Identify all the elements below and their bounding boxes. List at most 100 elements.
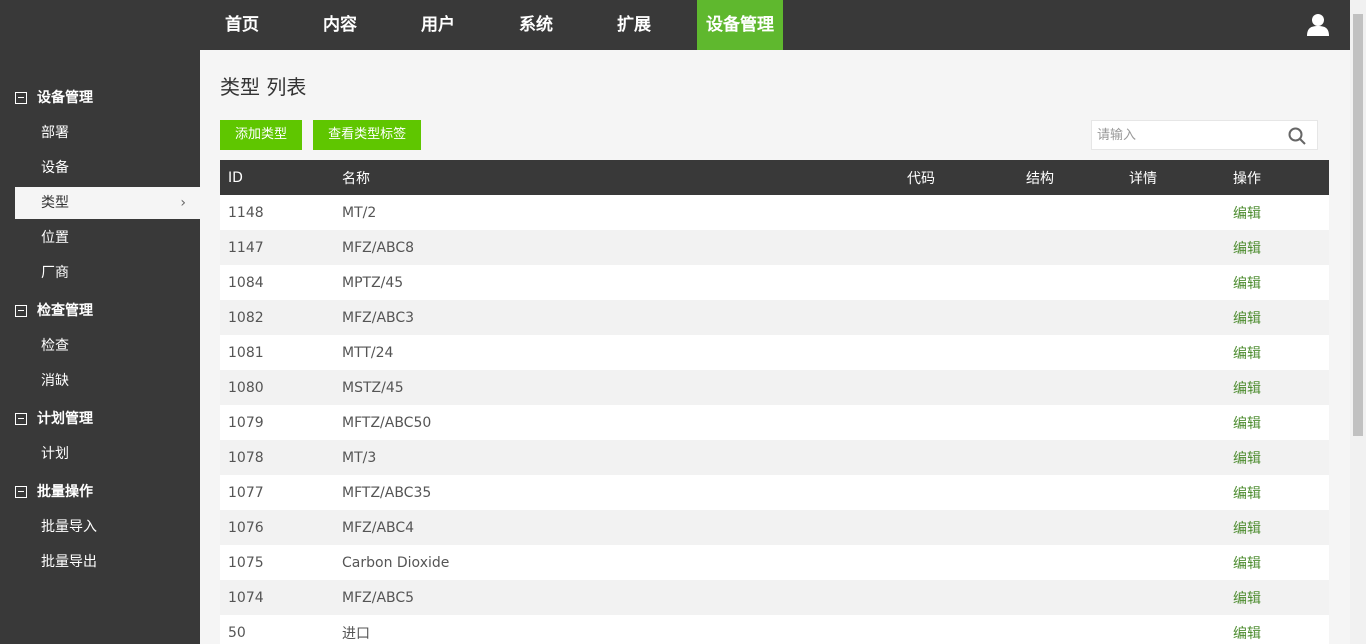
type-table: ID 名称 代码 结构 详情 操作 1148 MT/2 编辑 1147 MFZ/ABC8…	[220, 160, 1329, 644]
cell-structure	[1018, 440, 1121, 475]
search-input[interactable]	[1092, 121, 1282, 149]
cell-actions: 编辑	[1225, 335, 1329, 370]
sidebar-group-label: 检查管理	[37, 303, 93, 319]
cell-code	[899, 335, 1018, 370]
cell-actions: 编辑	[1225, 230, 1329, 265]
cell-name: MTT/24	[342, 344, 394, 361]
table-row: 1076 MFZ/ABC4 编辑	[220, 510, 1329, 545]
sidebar-item-batch-import[interactable]: 批量导入	[0, 511, 200, 543]
collapse-icon[interactable]	[15, 413, 27, 425]
sidebar-item-plan[interactable]: 计划	[0, 438, 200, 470]
edit-link[interactable]: 编辑	[1233, 381, 1261, 397]
cell-structure	[1018, 545, 1121, 580]
cell-actions: 编辑	[1225, 510, 1329, 545]
edit-link[interactable]: 编辑	[1233, 276, 1261, 292]
cell-actions: 编辑	[1225, 405, 1329, 440]
table-row: 1082 MFZ/ABC3 编辑	[220, 300, 1329, 335]
edit-link[interactable]: 编辑	[1233, 451, 1261, 467]
table-header-row: ID 名称 代码 结构 详情 操作	[220, 160, 1329, 195]
edit-link[interactable]: 编辑	[1233, 241, 1261, 257]
edit-link[interactable]: 编辑	[1233, 416, 1261, 432]
cell-id: 1081	[228, 344, 264, 361]
sidebar-item-defect-elimination[interactable]: 消缺	[0, 365, 200, 397]
cell-structure	[1018, 510, 1121, 545]
nav-device-management[interactable]: 设备管理	[697, 0, 783, 50]
cell-details	[1121, 335, 1225, 370]
cell-code	[899, 615, 1018, 644]
cell-actions: 编辑	[1225, 195, 1329, 230]
sidebar-item-type[interactable]: 类型 ›	[15, 187, 200, 219]
add-type-button[interactable]: 添加类型	[220, 120, 303, 150]
edit-link[interactable]: 编辑	[1233, 626, 1261, 642]
sidebar-item-deploy[interactable]: 部署	[0, 117, 200, 149]
sidebar-list-device: 部署 设备 类型 › 位置 厂商	[0, 117, 200, 289]
edit-link[interactable]: 编辑	[1233, 521, 1261, 537]
cell-actions: 编辑	[1225, 265, 1329, 300]
sidebar-item-vendor[interactable]: 厂商	[0, 257, 200, 289]
sidebar-item-batch-export[interactable]: 批量导出	[0, 546, 200, 578]
cell-name: MFTZ/ABC35	[342, 484, 432, 501]
toolbar: 添加类型 查看类型标签	[220, 120, 1329, 150]
sidebar-group-plan-management[interactable]: 计划管理	[0, 407, 200, 431]
cell-details	[1121, 230, 1225, 265]
nav-extensions[interactable]: 扩展	[608, 0, 660, 50]
top-navbar: 首页 内容 用户 系统 扩展 设备管理	[0, 0, 1350, 50]
user-icon[interactable]	[1306, 13, 1330, 37]
collapse-icon[interactable]	[15, 92, 27, 104]
sidebar-group-device-management[interactable]: 设备管理	[0, 86, 200, 110]
cell-actions: 编辑	[1225, 475, 1329, 510]
cell-name: MFZ/ABC8	[342, 239, 415, 256]
sidebar-group-batch-operations[interactable]: 批量操作	[0, 480, 200, 504]
cell-id: 1084	[228, 274, 264, 291]
cell-code	[899, 440, 1018, 475]
sidebar-item-inspect[interactable]: 检查	[0, 330, 200, 362]
cell-id: 1074	[228, 589, 264, 606]
edit-link[interactable]: 编辑	[1233, 206, 1261, 222]
cell-structure	[1018, 405, 1121, 440]
cell-id: 50	[228, 624, 246, 641]
table-row: 1077 MFTZ/ABC35 编辑	[220, 475, 1329, 510]
sidebar: 设备管理 部署 设备 类型 › 位置 厂商 检查管理 检查 消缺 计划管理 计划…	[0, 50, 200, 644]
sidebar-item-device[interactable]: 设备	[0, 152, 200, 184]
cell-name: MFZ/ABC3	[342, 309, 415, 326]
cell-id: 1082	[228, 309, 264, 326]
cell-code	[899, 195, 1018, 230]
edit-link[interactable]: 编辑	[1233, 346, 1261, 362]
sidebar-list-plan: 计划	[0, 438, 200, 470]
nav-system[interactable]: 系统	[510, 0, 562, 50]
sidebar-group-label: 设备管理	[37, 90, 93, 106]
table-row: 1148 MT/2 编辑	[220, 195, 1329, 230]
table-row: 1084 MPTZ/45 编辑	[220, 265, 1329, 300]
sidebar-item-location[interactable]: 位置	[0, 222, 200, 254]
cell-code	[899, 370, 1018, 405]
collapse-icon[interactable]	[15, 305, 27, 317]
page-title: 类型 列表	[220, 75, 307, 99]
cell-id: 1077	[228, 484, 264, 501]
edit-link[interactable]: 编辑	[1233, 591, 1261, 607]
edit-link[interactable]: 编辑	[1233, 311, 1261, 327]
nav-users[interactable]: 用户	[412, 0, 464, 50]
scrollbar-thumb[interactable]	[1353, 14, 1363, 436]
cell-details	[1121, 405, 1225, 440]
cell-structure	[1018, 580, 1121, 615]
cell-id: 1080	[228, 379, 264, 396]
cell-id: 1075	[228, 554, 264, 571]
search-icon[interactable]	[1288, 127, 1306, 145]
collapse-icon[interactable]	[15, 486, 27, 498]
sidebar-group-label: 计划管理	[37, 411, 93, 427]
vertical-scrollbar[interactable]	[1350, 0, 1366, 644]
edit-link[interactable]: 编辑	[1233, 486, 1261, 502]
main-content: 类型 列表 添加类型 查看类型标签 ID 名称 代码 结构 详情 操作 1148	[220, 50, 1329, 644]
chevron-right-icon: ›	[180, 195, 186, 211]
table-row: 50 进口 编辑	[220, 615, 1329, 644]
cell-details	[1121, 615, 1225, 644]
table-row: 1147 MFZ/ABC8 编辑	[220, 230, 1329, 265]
nav-content[interactable]: 内容	[314, 0, 366, 50]
view-type-tags-button[interactable]: 查看类型标签	[313, 120, 422, 150]
cell-details	[1121, 440, 1225, 475]
edit-link[interactable]: 编辑	[1233, 556, 1261, 572]
nav-home[interactable]: 首页	[216, 0, 268, 50]
cell-id: 1078	[228, 449, 264, 466]
cell-id: 1148	[228, 204, 264, 221]
sidebar-group-inspection-management[interactable]: 检查管理	[0, 299, 200, 323]
